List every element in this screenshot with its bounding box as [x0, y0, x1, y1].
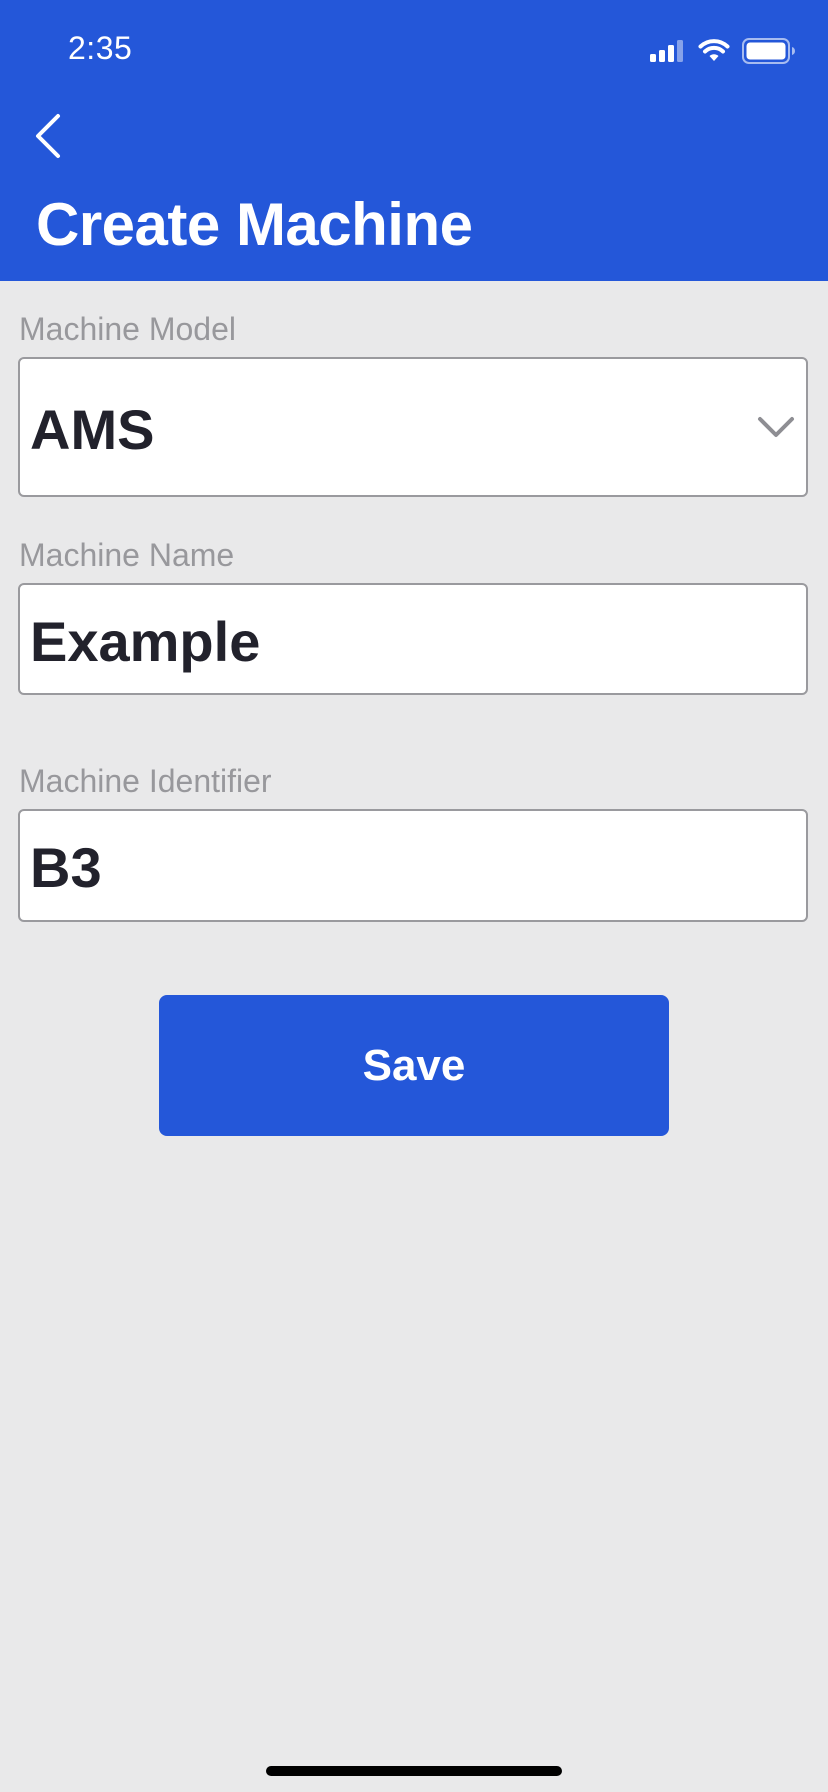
battery-icon — [742, 38, 795, 64]
app-header: 2:35 Create Machine — [0, 0, 828, 281]
save-button[interactable]: Save — [159, 995, 669, 1136]
chevron-left-icon — [36, 114, 60, 158]
status-icons — [650, 36, 796, 66]
cellular-signal-icon — [650, 40, 683, 62]
chevron-down-icon — [758, 417, 794, 437]
status-time: 2:35 — [68, 30, 133, 66]
home-indicator[interactable] — [266, 1766, 562, 1776]
machine-model-value: AMS — [30, 398, 155, 461]
page-title: Create Machine — [36, 191, 473, 258]
machine-model-label: Machine Model — [19, 311, 236, 347]
wifi-icon — [698, 39, 730, 61]
machine-name-value: Example — [30, 610, 261, 673]
machine-name-label: Machine Name — [19, 537, 235, 573]
machine-identifier-label: Machine Identifier — [19, 763, 272, 799]
machine-identifier-input[interactable]: B3 — [18, 809, 808, 922]
machine-name-input[interactable]: Example — [18, 583, 808, 695]
machine-identifier-value: B3 — [30, 836, 102, 899]
machine-model-dropdown[interactable]: AMS — [18, 357, 808, 497]
back-button[interactable] — [26, 106, 80, 166]
